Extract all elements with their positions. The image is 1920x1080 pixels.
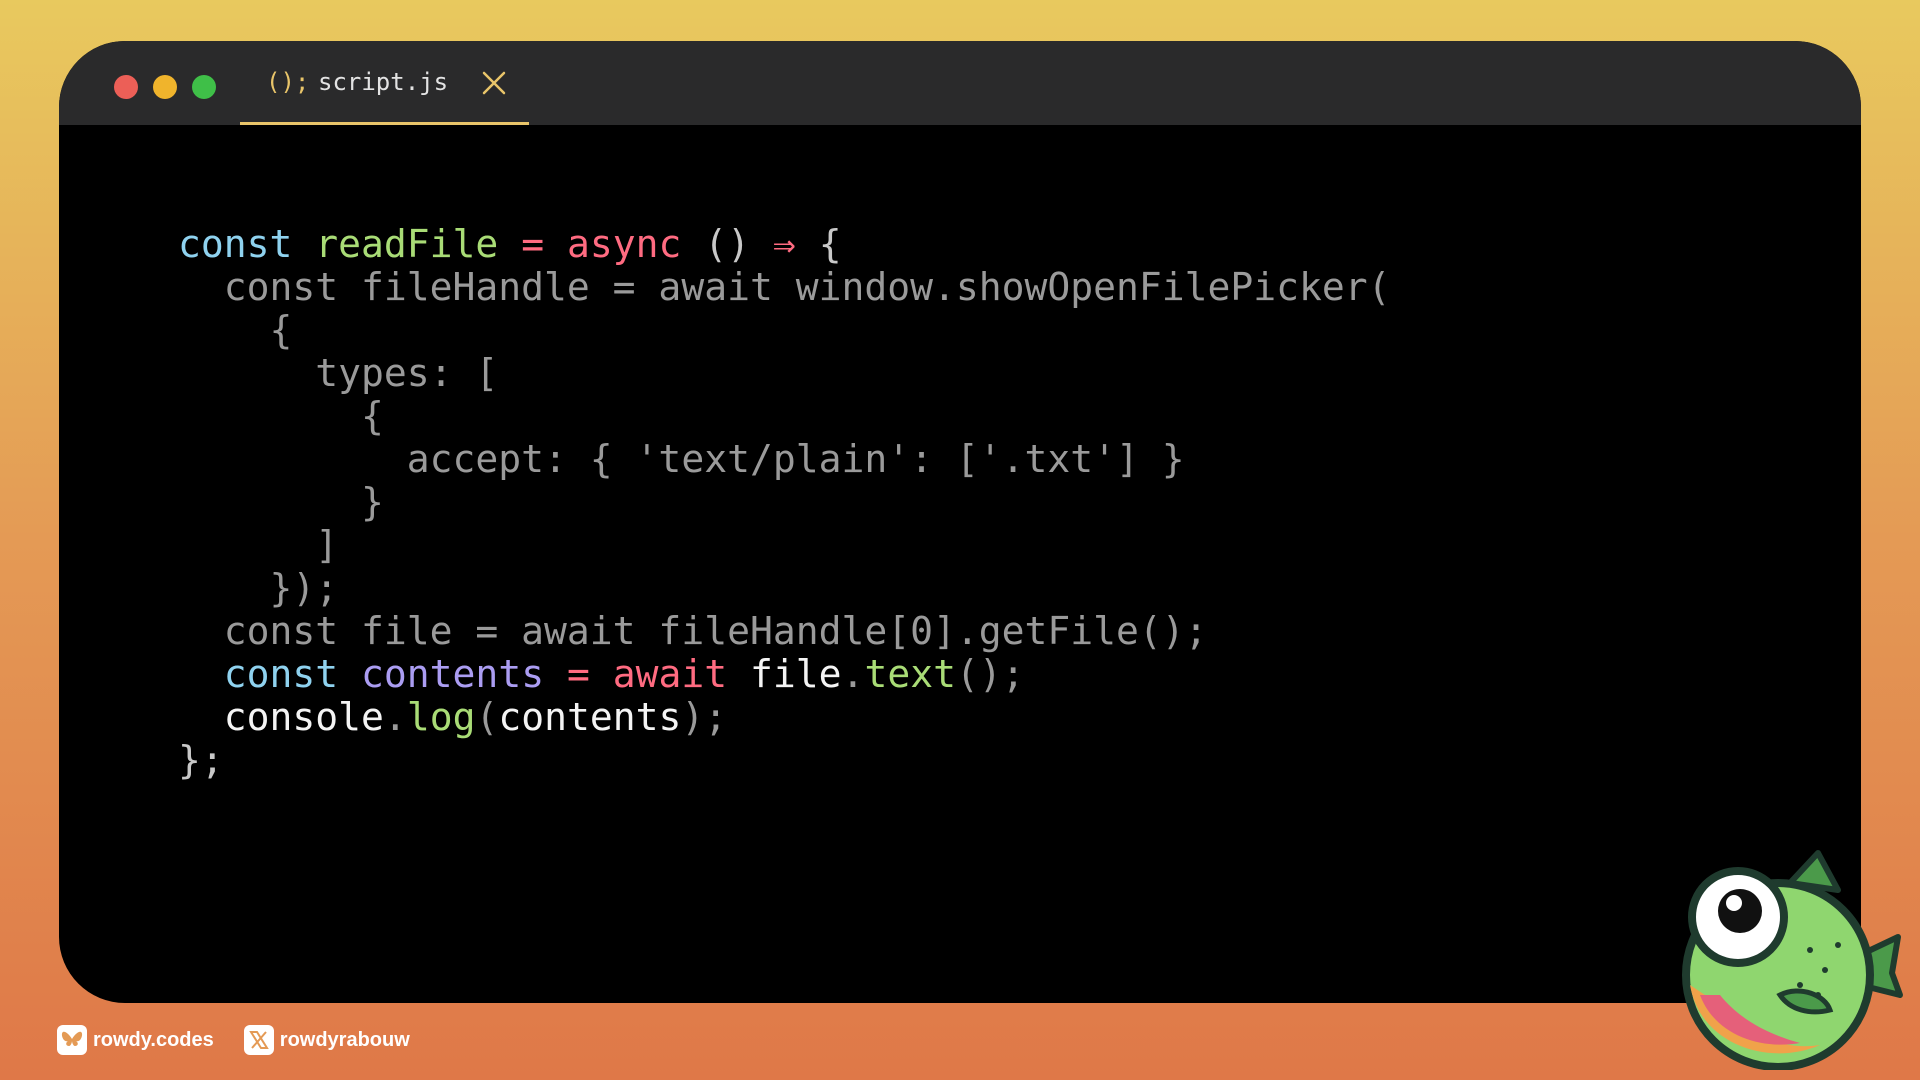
tab-filename: script.js <box>318 68 449 96</box>
code-line: const readFile = async () ⇒ { <box>178 223 1391 266</box>
x-link[interactable]: rowdyrabouw <box>243 1025 410 1055</box>
code-line: console.log(contents); <box>178 696 1391 739</box>
code-token: const file = await fileHandle[0].getFile… <box>178 609 1208 653</box>
code-token: const <box>178 222 293 266</box>
code-token: { <box>178 394 384 438</box>
maximize-window-button[interactable] <box>192 75 216 99</box>
bluesky-link[interactable]: rowdy.codes <box>57 1025 214 1055</box>
code-token: ); <box>681 695 728 739</box>
code-token: { <box>818 222 842 266</box>
code-block: const readFile = async () ⇒ { const file… <box>178 223 1391 782</box>
code-token: } <box>178 480 384 524</box>
code-line: accept: { 'text/plain': ['.txt'] } <box>178 438 1391 481</box>
code-token: }; <box>178 738 224 782</box>
code-token: = <box>521 222 545 266</box>
code-token: . <box>841 652 865 696</box>
code-token: contents <box>498 695 682 739</box>
code-editor[interactable]: const readFile = async () ⇒ { const file… <box>178 223 1391 782</box>
js-file-icon: (); <box>266 68 310 96</box>
code-token: const fileHandle = await window.showOpen… <box>178 265 1391 309</box>
code-token: (); <box>955 652 1025 696</box>
code-token: . <box>383 695 407 739</box>
code-token: readFile <box>315 222 499 266</box>
code-token: ⇒ <box>772 222 796 266</box>
minimize-window-button[interactable] <box>153 75 177 99</box>
title-bar: (); script.js <box>59 41 1861 125</box>
code-line: }); <box>178 567 1391 610</box>
code-token: contents <box>361 652 545 696</box>
code-token: () <box>704 222 751 266</box>
fish-mascot <box>1682 850 1903 1070</box>
code-line: ] <box>178 524 1391 567</box>
code-token: async <box>566 222 682 266</box>
code-token: }); <box>178 566 339 610</box>
code-token: ] <box>178 523 339 567</box>
bluesky-handle: rowdy.codes <box>93 1028 214 1051</box>
x-handle: rowdyrabouw <box>279 1028 410 1051</box>
close-window-button[interactable] <box>114 75 138 99</box>
code-line: { <box>178 395 1391 438</box>
code-token: text <box>864 652 956 696</box>
code-line: { <box>178 309 1391 352</box>
code-line: }; <box>178 739 1391 782</box>
footer: rowdy.codes rowdyrabouw <box>57 1024 440 1056</box>
code-token: = <box>566 652 590 696</box>
code-line: } <box>178 481 1391 524</box>
code-token: file <box>750 652 842 696</box>
code-token: accept: { 'text/plain': ['.txt'] } <box>178 437 1185 481</box>
code-token: ( <box>475 695 499 739</box>
bluesky-icon <box>57 1025 87 1055</box>
code-token: { <box>178 308 293 352</box>
code-line: const fileHandle = await window.showOpen… <box>178 266 1391 309</box>
tab-script-js[interactable]: (); script.js <box>240 41 529 125</box>
code-token: log <box>406 695 476 739</box>
editor-window: (); script.js const readFile = async () … <box>59 41 1861 1003</box>
code-line: const contents = await file.text(); <box>178 653 1391 696</box>
x-logo-icon <box>243 1025 274 1055</box>
code-token: console <box>223 695 384 739</box>
code-token: types: [ <box>178 351 499 395</box>
code-token: const <box>223 652 339 696</box>
code-line: types: [ <box>178 352 1391 395</box>
code-line: const file = await fileHandle[0].getFile… <box>178 610 1391 653</box>
close-icon[interactable] <box>481 70 507 96</box>
code-token: await <box>612 652 728 696</box>
